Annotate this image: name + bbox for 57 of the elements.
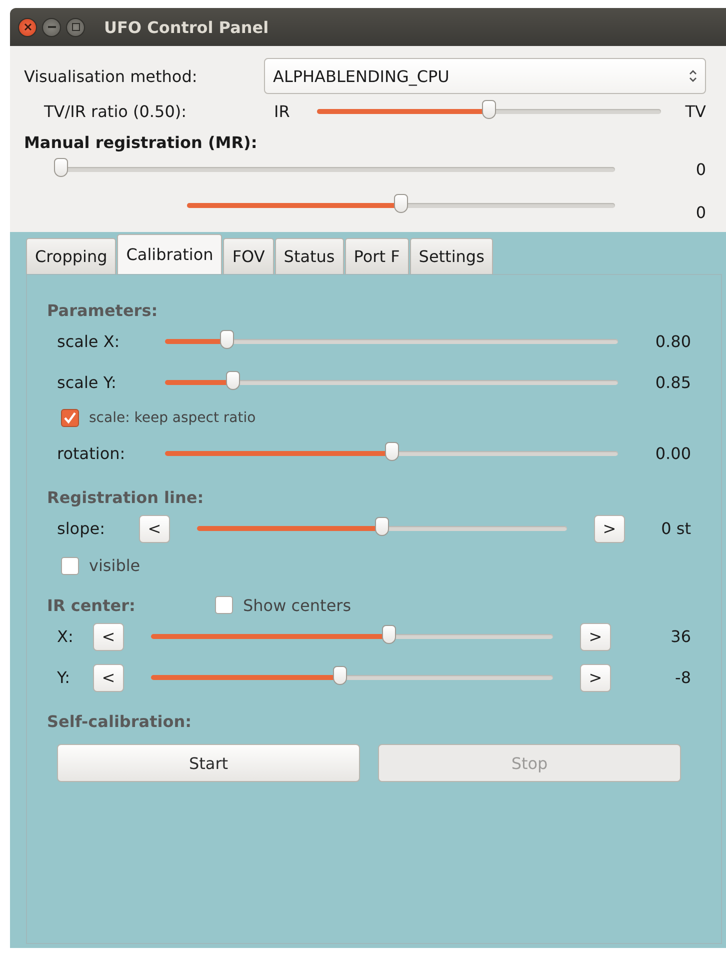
slider-value: 0: [694, 203, 706, 222]
increment-button[interactable]: >: [580, 622, 611, 650]
slider-handle[interactable]: [220, 330, 234, 349]
section-heading: Manual registration (MR):: [24, 133, 258, 152]
section-heading: Parameters:: [47, 300, 158, 320]
slider-label: Y:: [57, 668, 72, 687]
section-heading: Self-calibration:: [47, 712, 192, 730]
decrement-button[interactable]: <: [93, 664, 124, 692]
slider-value: 0 st: [660, 519, 691, 538]
minimize-icon[interactable]: [42, 18, 61, 36]
tab[interactable]: Cropping: [26, 238, 116, 274]
slider-label: TV/IR ratio (0.50):: [43, 102, 188, 120]
maximize-icon[interactable]: [66, 18, 85, 36]
field-label: Visualisation method:: [24, 66, 198, 86]
slider-handle[interactable]: [54, 158, 68, 176]
action-button[interactable]: Start: [57, 744, 360, 782]
checkbox-label[interactable]: scale: keep aspect ratio: [89, 410, 256, 426]
tab[interactable]: Calibration: [117, 234, 222, 274]
method-dropdown[interactable]: ALPHABLENDING_CPU: [264, 58, 706, 94]
slider-value: 0: [694, 160, 706, 178]
slider-handle[interactable]: [226, 371, 240, 390]
decrement-button[interactable]: <: [139, 514, 170, 542]
tab[interactable]: Port F: [344, 238, 409, 274]
checkbox-label[interactable]: visible: [89, 556, 140, 575]
tab[interactable]: FOV: [223, 238, 274, 274]
slider-handle[interactable]: [394, 194, 408, 212]
slider-min-label: IR: [274, 102, 291, 120]
checkbox[interactable]: [215, 596, 233, 614]
increment-button[interactable]: >: [580, 664, 611, 692]
slider-handle[interactable]: [382, 625, 396, 644]
slider-value: 0.85: [654, 373, 691, 392]
slider-value: -8: [674, 668, 691, 687]
slider-max-label: TV: [684, 102, 706, 120]
slider-label: scale X:: [57, 332, 121, 351]
slider-handle[interactable]: [332, 666, 347, 685]
slider-label: rotation:: [57, 444, 126, 463]
checkbox[interactable]: [61, 556, 79, 574]
slider-handle[interactable]: [375, 517, 389, 536]
slider-value: 0.00: [654, 444, 691, 463]
slider-label: scale Y:: [57, 373, 118, 392]
tab[interactable]: Settings: [410, 238, 494, 274]
close-icon[interactable]: [18, 18, 37, 36]
section-heading: Registration line:: [47, 488, 204, 506]
slider-value: 36: [670, 627, 691, 646]
tab[interactable]: Status: [274, 238, 344, 274]
decrement-button[interactable]: <: [93, 622, 124, 650]
section-heading: IR center:: [47, 596, 136, 614]
checkbox[interactable]: [61, 409, 79, 427]
spinner-icon: [689, 69, 697, 83]
window-title: UFO Control Panel: [104, 18, 269, 36]
slider-label: X:: [57, 627, 74, 646]
checkbox-label[interactable]: Show centers: [243, 596, 352, 614]
increment-button[interactable]: >: [594, 514, 625, 542]
slider-handle[interactable]: [384, 442, 398, 461]
slider-handle[interactable]: [482, 100, 496, 118]
slider-value: 0.80: [654, 332, 691, 351]
slider-label: slope:: [57, 519, 106, 538]
